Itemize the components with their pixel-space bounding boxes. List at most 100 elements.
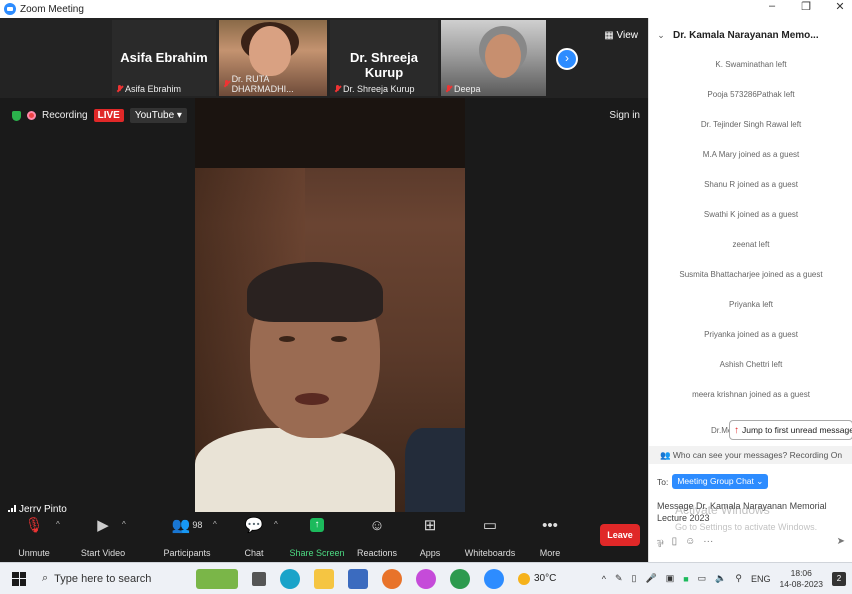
list-item: Shanu R joined as a guest [704,180,798,189]
view-label: View [616,30,639,41]
chat-message-list[interactable]: K. Swaminathan left Pooja 573286Pathak l… [649,58,852,418]
chat-label: Chat [244,548,264,558]
whiteboards-button[interactable]: ▭ Whiteboards [458,512,522,562]
thumbnail-tile[interactable]: Deepa [441,20,546,96]
participants-count: 98 [192,520,203,530]
participant-name-tag: Asifa Ebrahim [116,84,181,94]
volume-icon[interactable]: 🔈 [715,573,726,584]
mic-muted-icon [334,85,341,93]
list-item: Priyanka left [728,300,774,309]
battery-status-icon[interactable]: ▭ [698,573,707,584]
network-icon[interactable]: ⚲ [735,573,742,584]
microphone-icon[interactable]: 🎤 [646,573,657,584]
close-icon[interactable]: ✕ [832,0,848,13]
window-title: Zoom Meeting [20,3,84,15]
file-explorer-icon[interactable] [314,568,334,589]
display-icon[interactable]: ▣ [666,573,675,584]
edge-browser-icon[interactable] [280,568,300,589]
share-screen-button[interactable]: ↑ Share Screen [284,512,350,562]
chat-panel: ⌄ Dr. Kamala Narayanan Memo... K. Swamin… [648,18,852,562]
speaker-eye [279,336,295,342]
thumbnail-tile[interactable]: Dr. RUTA DHARMADHI... [219,20,327,96]
chevron-up-icon[interactable]: ^ [274,520,278,529]
participant-name: Asifa Ebrahim [125,84,182,94]
clock[interactable]: 18:06 14-08-2023 [780,568,823,590]
list-item: K. Swaminathan left [715,60,787,69]
leave-button[interactable]: Leave [600,524,640,546]
date: 14-08-2023 [779,578,823,589]
windows-start-icon[interactable] [12,571,26,586]
stream-target-dropdown[interactable]: YouTube ▾ [129,108,187,123]
send-icon[interactable]: ➤ [837,536,845,550]
battery-icon[interactable]: ▯ [632,573,637,584]
chevron-down-icon[interactable]: ⌄ [649,30,673,41]
whiteboards-label: Whiteboards [464,548,516,558]
start-video-button[interactable]: ▶ Start Video [64,512,142,562]
recipient-label: Meeting Group Chat [677,476,754,486]
format-icon[interactable]: ⅌ [657,536,664,550]
notification-icon[interactable]: 2 [832,571,846,586]
chrome-icon[interactable] [450,568,470,589]
apps-label: Apps [419,548,441,558]
zoom-app-icon[interactable] [484,568,504,589]
recording-label[interactable]: Recording [42,110,88,121]
thumbnail-tile[interactable]: Asifa Ebrahim Asifa Ebrahim [112,20,216,96]
chat-title: Dr. Kamala Narayanan Memo... [673,30,819,41]
app-tray-icon[interactable]: ■ [683,574,688,584]
search-icon: ⌕ [42,572,49,584]
list-item: Swathi K joined as a guest [703,210,799,219]
participants-label: Participants [163,548,211,558]
firefox-icon[interactable] [382,568,402,589]
video-off-icon: ▶ [97,517,109,534]
recipient-dropdown[interactable]: Meeting Group Chat ⌄ [672,474,769,489]
thumbnail-tile[interactable]: Dr. Shreeja Kurup Dr. Shreeja Kurup [330,20,438,96]
more-label: More [539,548,561,558]
active-speaker-video [195,98,465,518]
more-icon: ••• [542,516,558,534]
share-screen-icon: ↑ [284,512,350,538]
taskbar-search[interactable]: ⌕ Type here to search [42,567,182,591]
pen-icon[interactable]: ✎ [615,573,623,584]
chevron-up-icon[interactable]: ^ [213,520,217,529]
next-page-button[interactable]: › [556,48,578,70]
minimize-icon[interactable]: – [764,0,780,13]
unmute-button[interactable]: 🎙 Unmute [4,512,64,562]
reactions-label: Reactions [356,548,398,558]
restore-icon[interactable]: ❐ [798,0,814,13]
recording-icon [27,111,36,120]
participant-name-tag: Deepa [445,84,481,94]
mail-icon[interactable] [348,568,368,589]
meeting-area: Asifa Ebrahim Asifa Ebrahim Dr. RUTA DHA… [0,18,648,562]
app-icon[interactable] [416,568,436,589]
chevron-up-icon[interactable]: ^ [56,520,60,529]
chevron-up-icon[interactable]: ^ [602,574,606,584]
screen: Zoom Meeting – ❐ ✕ Asifa Ebrahim Asifa E… [0,0,852,594]
reactions-icon: ☺ [369,516,385,534]
watermark-title: Activate Windows [675,503,770,517]
live-badge[interactable]: LIVE [93,109,124,122]
jump-label: Jump to first unread message [742,425,852,435]
arrow-up-icon: ↑ [734,424,739,436]
window-controls: – ❐ ✕ [764,0,848,13]
file-icon[interactable]: ▯ [672,536,678,550]
more-button[interactable]: ••• More [526,512,574,562]
language-indicator[interactable]: ENG [751,574,771,584]
chevron-up-icon[interactable]: ^ [122,520,126,529]
participant-display-name: Dr. Shreeja Kurup [350,50,418,80]
view-button[interactable]: ▦ View [604,30,638,41]
emoji-icon[interactable]: ☺ [685,536,695,550]
reactions-button[interactable]: ☺ Reactions [350,512,404,562]
jump-to-unread-button[interactable]: ↑ Jump to first unread message [729,420,852,440]
chair [405,428,465,518]
weather-widget[interactable]: 30°C [518,572,556,585]
visibility-notice[interactable]: 👥 Who can see your messages? Recording O… [649,446,852,464]
to-label: To: [657,476,669,487]
compose-tools: ⅌ ▯ ☺ ··· ➤ [657,536,845,550]
apps-button[interactable]: ⊞ Apps [406,512,454,562]
task-view-icon[interactable] [252,571,266,586]
more-icon[interactable]: ··· [703,536,713,550]
list-item: zeenat left [732,240,770,249]
sign-in-link[interactable]: Sign in [609,110,640,121]
search-highlight-icon[interactable] [196,568,238,589]
shield-icon[interactable] [12,110,21,121]
